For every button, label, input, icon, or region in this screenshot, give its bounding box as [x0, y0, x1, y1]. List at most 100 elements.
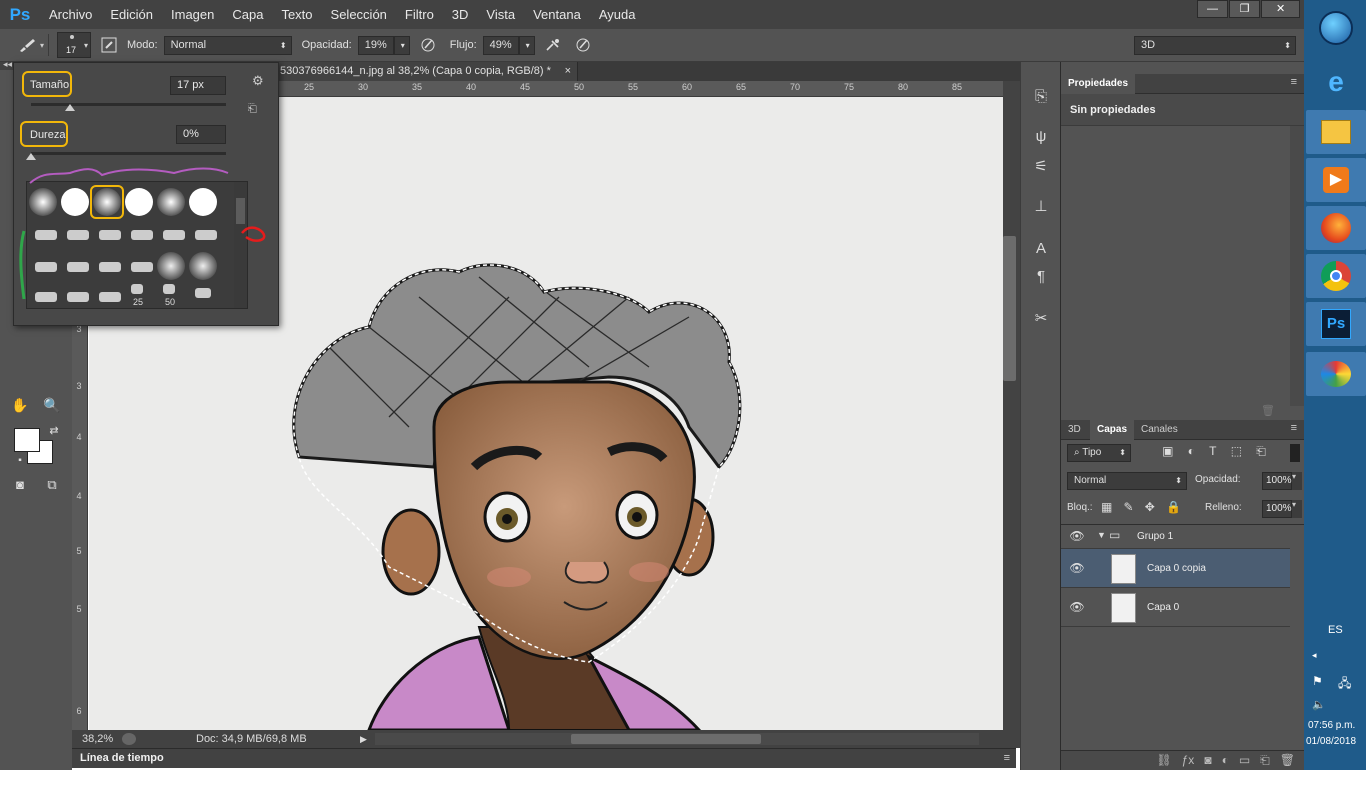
panel-menu-icon[interactable]: ≡	[1291, 76, 1297, 88]
tab-close-icon[interactable]: ×	[565, 62, 571, 81]
menu-ayuda[interactable]: Ayuda	[590, 0, 645, 29]
clone-source-icon[interactable]: ⊥	[1029, 196, 1053, 218]
menu-capa[interactable]: Capa	[223, 0, 272, 29]
volume-icon[interactable]: 🔈	[1312, 698, 1326, 711]
photoshop-taskbar-icon[interactable]: Ps	[1306, 302, 1366, 346]
new-group-icon[interactable]: ▭	[1239, 751, 1250, 770]
panel-menu-icon[interactable]: ≡	[1291, 422, 1297, 434]
canvas-vertical-scrollbar[interactable]	[1003, 81, 1020, 730]
status-info-icon[interactable]	[122, 733, 136, 745]
lock-pixels-icon[interactable]: ✎	[1124, 500, 1134, 514]
character-icon[interactable]: A	[1029, 238, 1053, 260]
opacity-dropdown[interactable]: ▾	[393, 35, 410, 55]
brush-panel-toggle-icon[interactable]	[97, 34, 121, 56]
file-explorer-icon[interactable]	[1306, 110, 1366, 154]
disclosure-triangle-icon[interactable]: ▼	[1097, 530, 1106, 540]
menu-vista[interactable]: Vista	[477, 0, 524, 29]
brush-preset-picker[interactable]: 17 ▾	[57, 32, 92, 58]
menu-imagen[interactable]: Imagen	[162, 0, 223, 29]
workspace-select[interactable]: 3D ⬍	[1134, 35, 1296, 55]
brush-tool-icon[interactable]	[16, 34, 40, 56]
lock-all-icon[interactable]: 🔒	[1166, 500, 1181, 514]
tab-channels[interactable]: Canales	[1134, 420, 1185, 440]
quick-mask-icon[interactable]: ◙	[8, 474, 32, 496]
zoom-readout[interactable]: 38,2%	[82, 733, 122, 745]
menu-texto[interactable]: Texto	[272, 0, 321, 29]
tab-properties[interactable]: Propiedades	[1061, 74, 1136, 94]
menu-archivo[interactable]: Archivo	[40, 0, 101, 29]
new-layer-icon[interactable]: ⎗	[1260, 751, 1270, 770]
adjustment-filter-icon[interactable]: ◐	[1188, 444, 1195, 462]
menu-ventana[interactable]: Ventana	[524, 0, 590, 29]
visibility-eye-icon[interactable]: 👁	[1069, 529, 1085, 545]
visibility-eye-icon[interactable]: 👁	[1069, 600, 1085, 616]
properties-scrollbar[interactable]	[1290, 126, 1305, 406]
menu-edicion[interactable]: Edición	[101, 0, 162, 29]
delete-layer-icon[interactable]: 🗑	[1280, 751, 1295, 770]
show-hidden-icons-icon[interactable]: ◂	[1312, 650, 1317, 661]
link-layers-icon[interactable]: ⛓	[1156, 751, 1171, 770]
pressure-size-icon[interactable]	[571, 34, 595, 56]
paragraph-icon[interactable]: ¶	[1029, 266, 1053, 288]
panel-menu-icon[interactable]: ≡	[1004, 749, 1010, 767]
flow-dropdown[interactable]: ▾	[518, 35, 535, 55]
action-center-icon[interactable]: ⚑	[1312, 674, 1323, 688]
trash-icon[interactable]: 🗑	[1261, 404, 1275, 417]
menu-filtro[interactable]: Filtro	[396, 0, 443, 29]
type-filter-icon[interactable]: T	[1209, 444, 1216, 462]
lock-position-icon[interactable]: ✥	[1145, 500, 1155, 514]
flow-input[interactable]: 49%	[482, 35, 519, 55]
lock-transparency-icon[interactable]: ▦	[1101, 500, 1112, 514]
status-menu-arrow-icon[interactable]: ▶	[360, 734, 367, 745]
canvas-horizontal-scrollbar[interactable]	[374, 733, 979, 745]
canvas-horizontal-scroll-thumb[interactable]	[570, 734, 761, 744]
firefox-icon[interactable]	[1306, 206, 1366, 250]
paint-icon[interactable]	[1306, 352, 1366, 396]
layer-filter-select[interactable]: ⌕ Tipo ⬍	[1067, 444, 1131, 462]
canvas-vertical-scroll-thumb[interactable]	[1003, 236, 1016, 381]
hand-tool-icon[interactable]: ✋	[8, 394, 32, 416]
visibility-eye-icon[interactable]: 👁	[1069, 561, 1085, 577]
shape-filter-icon[interactable]: ⬚	[1231, 444, 1242, 462]
menu-seleccion[interactable]: Selección	[322, 0, 396, 29]
chevron-down-icon[interactable]: ▾	[40, 41, 44, 50]
network-icon[interactable]: 🖧	[1338, 674, 1351, 695]
airbrush-icon[interactable]	[541, 34, 565, 56]
clock-time[interactable]: 07:56 p.m.	[1308, 720, 1355, 731]
minimize-button[interactable]: —	[1197, 0, 1229, 18]
tab-3d[interactable]: 3D	[1061, 420, 1088, 440]
blend-mode-select[interactable]: Normal ⬍	[1067, 472, 1187, 490]
brush-settings-icon[interactable]: ψ	[1029, 126, 1053, 148]
pixel-filter-icon[interactable]: ▣	[1162, 444, 1173, 462]
close-button[interactable]: ✕	[1261, 0, 1300, 18]
filter-toggle[interactable]	[1290, 444, 1300, 462]
layer-style-icon[interactable]: ƒx	[1182, 751, 1195, 770]
opacity-input[interactable]: 19%	[357, 35, 394, 55]
tools-preset-icon[interactable]: ✂	[1029, 308, 1053, 330]
fill-input[interactable]: 100%	[1262, 500, 1292, 518]
foreground-color-swatch[interactable]	[14, 428, 40, 452]
pressure-opacity-icon[interactable]	[416, 34, 440, 56]
menu-3d[interactable]: 3D	[443, 0, 478, 29]
mode-select[interactable]: Normal ⬍	[163, 35, 292, 55]
adjustments-icon[interactable]: ⚟	[1029, 156, 1053, 178]
chrome-icon[interactable]	[1306, 254, 1366, 298]
history-icon[interactable]: ⎘	[1029, 86, 1053, 108]
windows-start-icon[interactable]	[1306, 6, 1366, 50]
maximize-button[interactable]: ❐	[1229, 0, 1261, 18]
add-mask-icon[interactable]: ◙	[1204, 751, 1211, 770]
layer-row[interactable]: 👁 Capa 0	[1061, 588, 1290, 627]
layer-row-selected[interactable]: 👁 Capa 0 copia	[1061, 549, 1290, 588]
internet-explorer-icon[interactable]: e	[1306, 60, 1366, 104]
new-adjustment-icon[interactable]: ◐	[1222, 751, 1229, 770]
media-player-icon[interactable]: ▶	[1306, 158, 1366, 202]
smart-object-filter-icon[interactable]: ⎗	[1256, 444, 1266, 462]
chevron-down-icon[interactable]: ▾	[1292, 500, 1302, 518]
swap-colors-icon[interactable]: ⇄	[42, 420, 66, 442]
document-tab[interactable]: 530376966144_n.jpg al 38,2% (Capa 0 copi…	[276, 62, 578, 81]
timeline-panel-tab[interactable]: Línea de tiempo ≡	[72, 748, 1016, 768]
clock-date[interactable]: 01/08/2018	[1306, 736, 1356, 747]
screen-mode-icon[interactable]: ⧉	[40, 474, 64, 496]
chevron-down-icon[interactable]: ▾	[1292, 472, 1302, 490]
language-indicator[interactable]: ES	[1328, 624, 1343, 636]
